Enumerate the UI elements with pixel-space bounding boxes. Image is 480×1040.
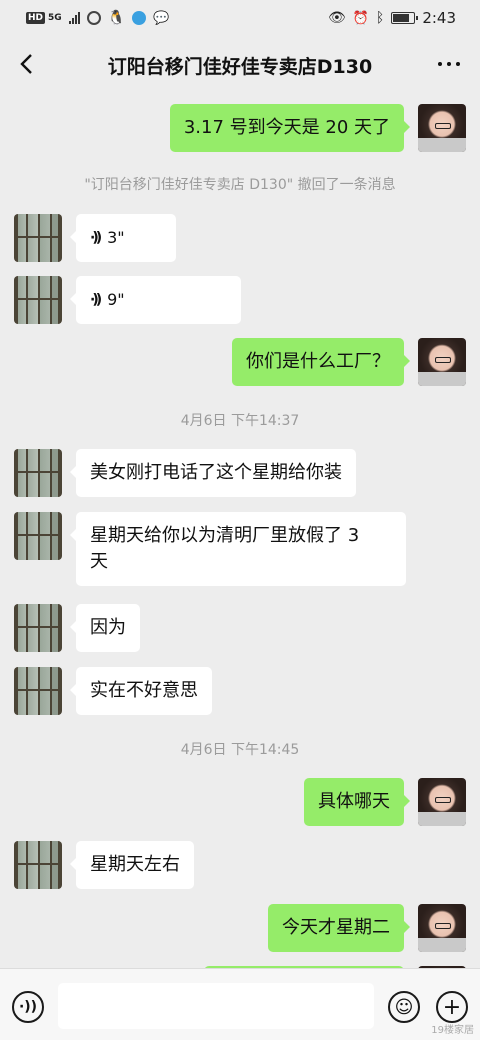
alarm-icon: ⏰: [352, 10, 369, 26]
app-notification-icon: [86, 11, 101, 25]
recall-notice: "订阳台移门佳好佳专卖店 D130" 撤回了一条消息: [84, 177, 396, 193]
bluetooth-icon: ᛒ: [375, 10, 385, 26]
received-message-bubble[interactable]: 实在不好意思: [70, 667, 212, 715]
my-avatar[interactable]: [418, 904, 466, 952]
shop-avatar[interactable]: [14, 276, 62, 324]
received-message-bubble[interactable]: 美女刚打电话了这个星期给你装: [70, 449, 356, 497]
voice-duration: 9": [107, 290, 125, 309]
my-avatar[interactable]: [418, 104, 466, 152]
received-message-bubble[interactable]: 因为: [70, 604, 140, 652]
message-input[interactable]: [58, 983, 374, 1029]
sent-message-bubble[interactable]: 具体哪天: [304, 778, 410, 826]
message-icon: 💬: [153, 10, 170, 26]
voice-wave-icon: ·)): [90, 292, 102, 308]
more-options-icon[interactable]: [438, 62, 460, 66]
plus-icon[interactable]: +: [436, 991, 468, 1023]
shop-avatar[interactable]: [14, 667, 62, 715]
clock: 2:43: [422, 9, 456, 27]
voice-wave-icon: ·)): [90, 230, 102, 246]
qq-icon: 🐧: [107, 10, 126, 26]
my-avatar[interactable]: [418, 778, 466, 826]
voice-message-bubble[interactable]: ·)) 9": [70, 276, 241, 324]
voice-input-icon[interactable]: ·)): [12, 991, 44, 1023]
back-arrow-icon[interactable]: [16, 52, 40, 76]
sent-message-bubble[interactable]: 3.17 号到今天是 20 天了: [169, 104, 411, 152]
sent-message-bubble[interactable]: 你们是什么工厂？: [232, 338, 410, 386]
hd-badge: HD: [26, 12, 46, 24]
shop-avatar[interactable]: [14, 449, 62, 497]
shop-avatar[interactable]: [14, 214, 62, 262]
message-line: 星期天给你以为清明厂里放假了 3: [90, 525, 360, 546]
timestamp: 4月6日 下午14:37: [180, 413, 300, 429]
voice-duration: 3": [107, 228, 125, 247]
timestamp: 4月6日 下午14:45: [180, 742, 300, 758]
shop-avatar[interactable]: [14, 604, 62, 652]
shop-avatar[interactable]: [14, 841, 62, 889]
network-type: 5G: [48, 13, 62, 23]
voice-message-bubble[interactable]: ·)) 3": [70, 214, 176, 262]
input-bar: ·)) ☺ + 19楼家居: [0, 968, 480, 1040]
my-avatar[interactable]: [418, 338, 466, 386]
received-message-bubble[interactable]: 星期天给你以为清明厂里放假了 3 天: [70, 512, 406, 586]
chat-title: 订阳台移门佳好佳专卖店D130: [107, 55, 373, 78]
chat-message-list[interactable]: 3.17 号到今天是 20 天了 "订阳台移门佳好佳专卖店 D130" 撤回了一…: [0, 94, 480, 968]
message-line: 天: [90, 551, 108, 572]
signal-icon: [68, 12, 80, 24]
status-bar: HD 5G 🐧 💬 👁 ⏰ ᛒ 2:43: [0, 0, 480, 36]
received-message-bubble[interactable]: 星期天左右: [70, 841, 194, 889]
emoji-icon[interactable]: ☺: [388, 991, 420, 1023]
sent-message-bubble[interactable]: 今天才星期二: [268, 904, 410, 952]
battery-icon: [391, 12, 419, 24]
chat-header: 订阳台移门佳好佳专卖店D130: [0, 36, 480, 94]
watermark: 19楼家居: [431, 1025, 474, 1036]
shop-avatar[interactable]: [14, 512, 62, 560]
eye-icon: 👁: [327, 10, 346, 26]
browser-icon: [132, 11, 147, 25]
